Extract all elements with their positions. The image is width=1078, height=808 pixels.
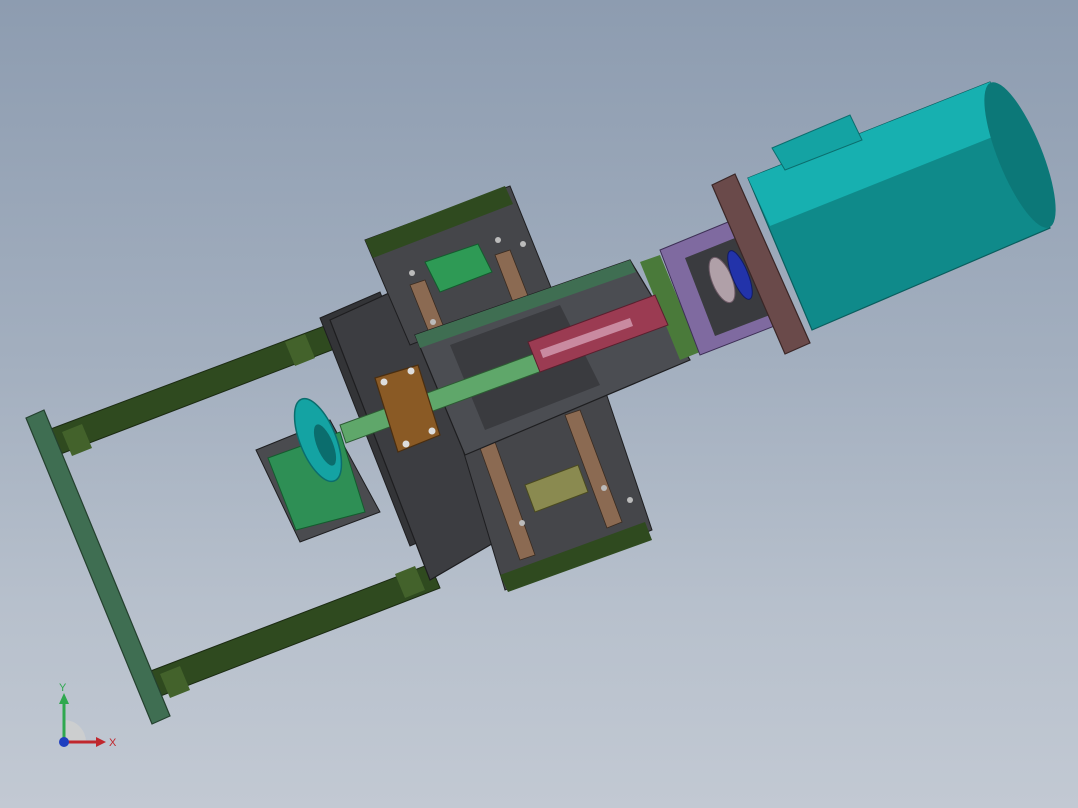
servo-motor[interactable] [747,74,1070,331]
nut-bolt [428,427,436,435]
lower-guide-rod[interactable] [147,563,441,698]
coordinate-triad: Y X [59,682,117,749]
end-frame-plate[interactable] [25,409,171,725]
triad-x-label: X [109,737,117,749]
bolt-hole [430,319,436,325]
x-axis-arrowhead [96,737,106,747]
nut-bolt [380,378,388,386]
nut-bolt [402,440,410,448]
bolt-hole [601,485,607,491]
y-axis-arrowhead [59,693,69,704]
bolt-hole [409,270,415,276]
cad-3d-model[interactable] [0,0,1078,808]
triad-y-label: Y [59,682,67,694]
bolt-hole [519,520,525,526]
z-axis-dot [59,737,69,747]
nut-bolt [407,367,415,375]
bolt-hole [627,497,633,503]
cad-graphics-viewport[interactable]: Y X [0,0,1078,808]
bolt-hole [520,241,526,247]
bolt-hole [495,237,501,243]
